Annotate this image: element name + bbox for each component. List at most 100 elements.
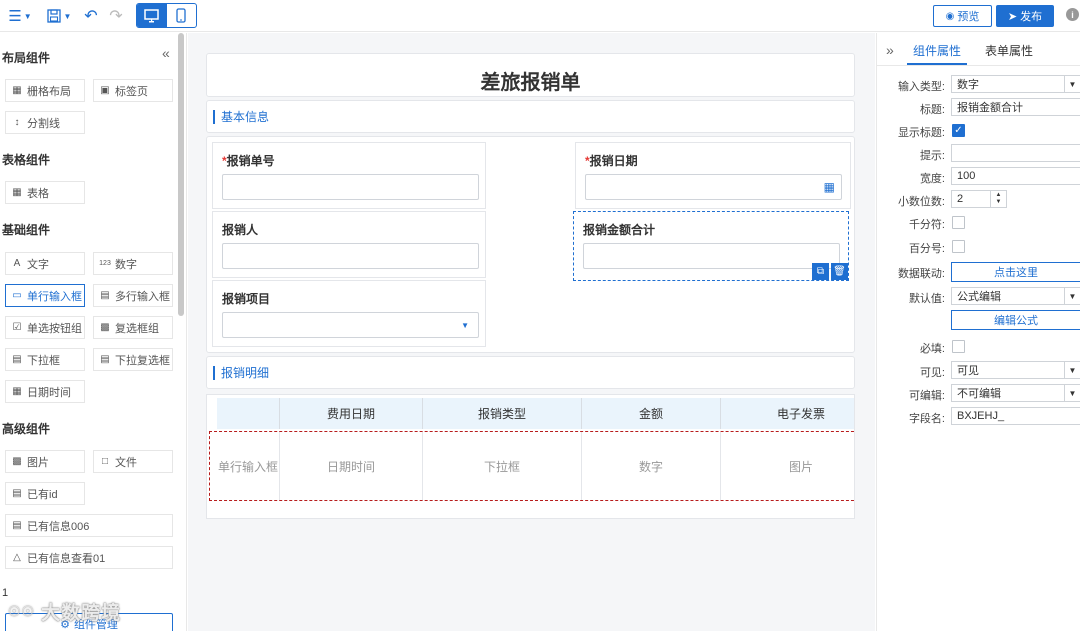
table-cell[interactable]: 日期时间 <box>280 432 423 500</box>
prop-label: 可编辑: <box>908 390 945 402</box>
select-value: 不可编辑 <box>957 388 1001 400</box>
caret-down-icon: ▼ <box>1064 362 1080 378</box>
desktop-view-button[interactable] <box>137 4 167 27</box>
component-label: 栅格布局 <box>27 85 71 98</box>
component-file[interactable]: □ 文件 <box>93 450 173 473</box>
prop-label: 宽度: <box>919 173 945 185</box>
field-label: 报销金额合计 <box>583 221 655 238</box>
info-icon[interactable]: i <box>1066 8 1079 21</box>
input-value: 2 <box>957 193 964 205</box>
basic-info-grid: *报销单号 *报销日期 ▦ 报销人 报销金额合计 ⧉ 🗑 报销项目 ▼ <box>206 136 855 353</box>
component-dropdown-multi[interactable]: ▤ 下拉复选框 <box>93 348 173 371</box>
table-header: 电子发票 <box>721 398 854 429</box>
field-report-date[interactable]: *报销日期 ▦ <box>575 142 851 209</box>
table-cell[interactable]: 单行输入框 <box>217 432 280 500</box>
width-input[interactable]: 100 <box>951 167 1080 185</box>
copy-icon[interactable]: ⧉ <box>812 263 829 280</box>
edit-formula-button[interactable]: 编辑公式 <box>951 310 1080 330</box>
field-total-amount[interactable]: 报销金额合计 ⧉ 🗑 <box>573 211 849 281</box>
component-text[interactable]: A 文字 <box>5 252 85 275</box>
expand-panel-icon[interactable]: » <box>886 42 894 58</box>
caret-down-icon[interactable]: ▼ <box>996 199 1002 206</box>
component-label: 文件 <box>115 456 137 469</box>
default-value-select[interactable]: 公式编辑 ▼ <box>951 287 1080 305</box>
component-image[interactable]: ▩ 图片 <box>5 450 85 473</box>
section-detail[interactable]: 报销明细 <box>206 356 855 389</box>
component-existing-info-view-01[interactable]: △ 已有信息查看01 <box>5 546 173 569</box>
component-tabs[interactable]: ▣ 标签页 <box>93 79 173 102</box>
calendar-icon[interactable]: ▦ <box>824 180 835 194</box>
top-toolbar: ☰ ▼ ▼ ↶ ↷ ◉ 预览 ➤ 发布 i <box>0 0 1080 32</box>
component-table[interactable]: ▦ 表格 <box>5 181 85 204</box>
field-label: *报销单号 <box>222 154 275 168</box>
caret-down-icon: ▼ <box>1064 288 1080 304</box>
collapse-sidebar-icon[interactable]: « <box>162 45 170 61</box>
sidebar-scrollbar[interactable] <box>178 33 184 316</box>
required-checkbox[interactable] <box>952 340 965 353</box>
component-number[interactable]: 123 数字 <box>93 252 173 275</box>
detail-table[interactable]: 费用日期 报销类型 金额 电子发票 单行输入框 日期时间 下拉框 数字 图片 <box>206 394 855 519</box>
table-cell[interactable]: 图片 <box>721 432 854 500</box>
visible-select[interactable]: 可见 ▼ <box>951 361 1080 379</box>
component-datetime[interactable]: ▦ 日期时间 <box>5 380 85 403</box>
caret-down-icon: ▼ <box>461 321 469 330</box>
data-linkage-button[interactable]: 点击这里 <box>951 262 1080 282</box>
component-single-line-input[interactable]: ▭ 单行输入框 <box>5 284 85 307</box>
field-reporter[interactable]: 报销人 <box>212 211 486 278</box>
section-basic-info[interactable]: 基本信息 <box>206 100 855 133</box>
field-label-text: 报销项目 <box>222 292 271 306</box>
dropdown-multi-icon: ▤ <box>100 354 110 365</box>
publish-button[interactable]: ➤ 发布 <box>996 5 1054 27</box>
mobile-view-button[interactable] <box>167 4 197 27</box>
reporter-input[interactable] <box>222 243 479 269</box>
stepper-arrows[interactable]: ▲ ▼ <box>990 191 1006 207</box>
save-dropdown-button[interactable]: ▼ <box>44 6 74 26</box>
report-date-input[interactable]: ▦ <box>585 174 842 200</box>
number-icon: 123 <box>99 260 111 267</box>
prop-label: 可见: <box>919 367 945 379</box>
component-existing-info-006[interactable]: ▤ 已有信息006 <box>5 514 173 537</box>
delete-icon[interactable]: 🗑 <box>831 263 848 280</box>
report-no-input[interactable] <box>222 174 479 200</box>
percent-checkbox[interactable] <box>952 240 965 253</box>
preview-button[interactable]: ◉ 预览 <box>933 5 992 27</box>
undo-button[interactable]: ↶ <box>83 6 99 26</box>
input-type-select[interactable]: 数字 ▼ <box>951 75 1080 93</box>
input-value: 报销金额合计 <box>957 102 1023 114</box>
component-grid-layout[interactable]: ▦ 栅格布局 <box>5 79 85 102</box>
watermark: ☉☉ 大数跨境 <box>8 598 121 625</box>
caret-up-icon[interactable]: ▲ <box>996 192 1002 199</box>
field-name-input[interactable]: BXJEHJ_ <box>951 407 1080 425</box>
component-label: 下拉复选框 <box>115 354 170 367</box>
select-value: 数字 <box>957 79 979 91</box>
tab-component-properties[interactable]: 组件属性 <box>913 42 961 59</box>
editable-select[interactable]: 不可编辑 ▼ <box>951 384 1080 402</box>
component-radio-group[interactable]: ☑ 单选按钮组 <box>5 316 85 339</box>
caret-down-icon: ▼ <box>23 11 32 21</box>
component-label: 多行输入框 <box>115 290 170 303</box>
tab-form-properties[interactable]: 表单属性 <box>985 42 1033 59</box>
watermark-text: 大数跨境 <box>41 603 122 624</box>
component-divider[interactable]: ↕ 分割线 <box>5 111 85 134</box>
field-project[interactable]: 报销项目 ▼ <box>212 280 486 347</box>
component-existing-id[interactable]: ▤ 已有id <box>5 482 85 505</box>
table-cell[interactable]: 下拉框 <box>423 432 582 500</box>
field-report-no[interactable]: *报销单号 <box>212 142 486 209</box>
total-amount-input[interactable] <box>583 243 840 269</box>
project-select[interactable]: ▼ <box>222 312 479 338</box>
thousands-checkbox[interactable] <box>952 216 965 229</box>
title-input[interactable]: 报销金额合计 <box>951 98 1080 116</box>
component-checkbox-group[interactable]: ▩ 复选框组 <box>93 316 173 339</box>
component-multi-line-input[interactable]: ▤ 多行输入框 <box>93 284 173 307</box>
prop-label: 数据联动: <box>897 268 945 280</box>
table-cell[interactable]: 数字 <box>582 432 721 500</box>
form-title-card[interactable]: 差旅报销单 <box>206 53 855 97</box>
prop-label: 默认值: <box>908 293 945 305</box>
decimals-stepper[interactable]: 2 ▲ ▼ <box>951 190 1007 208</box>
menu-dropdown-button[interactable]: ☰ ▼ <box>6 6 34 26</box>
device-switch <box>136 3 197 28</box>
redo-button[interactable]: ↷ <box>108 6 124 26</box>
component-dropdown[interactable]: ▤ 下拉框 <box>5 348 85 371</box>
show-title-checkbox[interactable]: ✓ <box>952 124 965 137</box>
hint-input[interactable] <box>951 144 1080 162</box>
